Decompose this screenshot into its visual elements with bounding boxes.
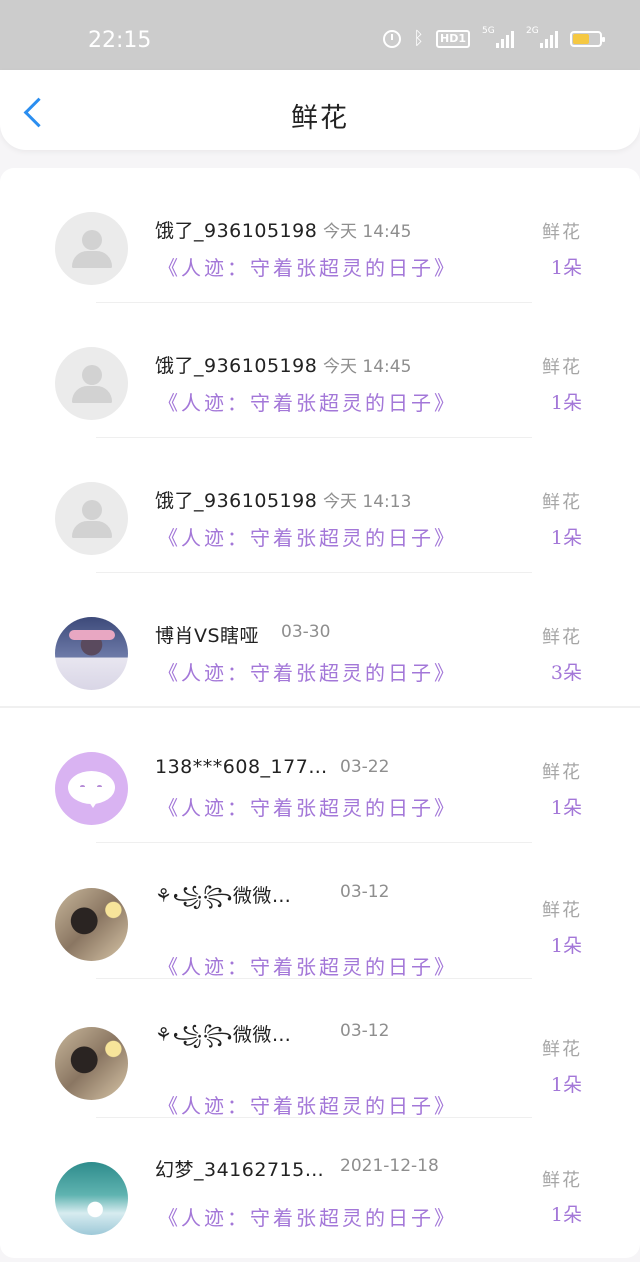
signal-2g-icon: 2G bbox=[526, 26, 558, 48]
gift-count: 1朵 bbox=[550, 1074, 582, 1096]
battery-level bbox=[573, 34, 589, 44]
book-title-link[interactable]: 《人迹：守着张超灵的日子》 bbox=[158, 792, 457, 821]
user-name[interactable]: 饿了_936105198 bbox=[155, 486, 317, 513]
list-item[interactable]: 饿了_936105198 今天 14:45 《人迹：守着张超灵的日子》 鲜花 1朵 bbox=[0, 168, 640, 303]
list-item[interactable]: 博肖VS瞎哑 03-30 《人迹：守着张超灵的日子》 鲜花 3朵 bbox=[0, 573, 640, 708]
signal-5g-icon: 5G bbox=[482, 26, 514, 48]
book-title-link[interactable]: 《人迹：守着张超灵的日子》 bbox=[158, 387, 457, 416]
gift-type-label: 鲜花 bbox=[542, 627, 582, 648]
gift-type-label: 鲜花 bbox=[542, 1170, 582, 1191]
gift-record-list: 饿了_936105198 今天 14:45 《人迹：守着张超灵的日子》 鲜花 1朵 饿了_… bbox=[0, 168, 640, 1258]
gift-count: 1朵 bbox=[550, 257, 582, 279]
status-time: 22:15 bbox=[88, 28, 152, 53]
header-bar: 鲜花 bbox=[0, 70, 640, 150]
hd-icon: HD1 bbox=[436, 30, 470, 48]
user-name[interactable]: ⚘꧁꧂微微… bbox=[155, 881, 291, 920]
gift-count: 1朵 bbox=[550, 935, 582, 957]
book-title-link[interactable]: 《人迹：守着张超灵的日子》 bbox=[158, 252, 457, 281]
user-name[interactable]: 博肖VS瞎哑 bbox=[155, 621, 259, 648]
page-title: 鲜花 bbox=[291, 103, 349, 134]
gift-type-label: 鲜花 bbox=[542, 762, 582, 783]
gift-time: 03-12 bbox=[340, 1021, 390, 1041]
list-item[interactable]: ⚘꧁꧂微微… 03-12 《人迹：守着张超灵的日子》 鲜花 1朵 bbox=[0, 844, 640, 979]
avatar[interactable] bbox=[55, 1162, 128, 1235]
alarm-icon bbox=[383, 30, 402, 48]
user-name[interactable]: 幻梦_34162715… bbox=[155, 1155, 324, 1182]
list-item[interactable]: 138***608_177… 03-22 《人迹：守着张超灵的日子》 鲜花 1朵 bbox=[0, 708, 640, 843]
gift-type-label: 鲜花 bbox=[542, 357, 582, 378]
list-item[interactable]: ⚘꧁꧂微微… 03-12 《人迹：守着张超灵的日子》 鲜花 1朵 bbox=[0, 983, 640, 1118]
gift-time: 03-12 bbox=[340, 882, 390, 902]
list-item[interactable]: 饿了_936105198 今天 14:45 《人迹：守着张超灵的日子》 鲜花 1朵 bbox=[0, 303, 640, 438]
gift-time: 今天 14:45 bbox=[323, 222, 412, 242]
gift-time: 03-30 bbox=[281, 622, 331, 642]
battery-icon bbox=[570, 31, 605, 47]
gift-count: 1朵 bbox=[550, 797, 582, 819]
bluetooth-icon: ᛒ bbox=[413, 28, 424, 49]
gift-count: 1朵 bbox=[550, 392, 582, 414]
user-name[interactable]: 饿了_936105198 bbox=[155, 351, 317, 378]
gift-time: 今天 14:13 bbox=[323, 492, 412, 512]
default-avatar-icon[interactable] bbox=[55, 482, 128, 555]
gift-count: 3朵 bbox=[550, 662, 582, 684]
gift-type-label: 鲜花 bbox=[542, 900, 582, 921]
gift-time: 2021-12-18 bbox=[340, 1156, 439, 1176]
chat-bubble-avatar[interactable] bbox=[55, 752, 128, 825]
book-title-link[interactable]: 《人迹：守着张超灵的日子》 bbox=[158, 951, 457, 980]
gift-type-label: 鲜花 bbox=[542, 492, 582, 513]
gift-time: 今天 14:45 bbox=[323, 357, 412, 377]
default-avatar-icon[interactable] bbox=[55, 212, 128, 285]
gift-type-label: 鲜花 bbox=[542, 222, 582, 243]
status-icons: ᛒ HD1 5G 2G bbox=[383, 26, 605, 49]
gift-type-label: 鲜花 bbox=[542, 1039, 582, 1060]
avatar[interactable] bbox=[55, 1027, 128, 1100]
book-title-link[interactable]: 《人迹：守着张超灵的日子》 bbox=[158, 1202, 457, 1231]
divider bbox=[96, 842, 532, 843]
gift-count: 1朵 bbox=[550, 527, 582, 549]
divider bbox=[96, 978, 532, 979]
book-title-link[interactable]: 《人迹：守着张超灵的日子》 bbox=[158, 657, 457, 686]
gift-count: 1朵 bbox=[550, 1204, 582, 1226]
book-title-link[interactable]: 《人迹：守着张超灵的日子》 bbox=[158, 1090, 457, 1119]
default-avatar-icon[interactable] bbox=[55, 347, 128, 420]
user-name[interactable]: 138***608_177… bbox=[155, 756, 328, 778]
list-item[interactable]: 幻梦_34162715… 2021-12-18 《人迹：守着张超灵的日子》 鲜花 1朵 bbox=[0, 1118, 640, 1253]
list-item[interactable]: 饿了_936105198 今天 14:13 《人迹：守着张超灵的日子》 鲜花 1朵 bbox=[0, 438, 640, 573]
book-title-link[interactable]: 《人迹：守着张超灵的日子》 bbox=[158, 522, 457, 551]
user-name[interactable]: ⚘꧁꧂微微… bbox=[155, 1020, 291, 1059]
avatar[interactable] bbox=[55, 888, 128, 961]
avatar[interactable] bbox=[55, 617, 128, 690]
status-bar: 22:15 ᛒ HD1 5G 2G bbox=[0, 0, 640, 70]
user-name[interactable]: 饿了_936105198 bbox=[155, 216, 317, 243]
gift-time: 03-22 bbox=[340, 757, 390, 777]
